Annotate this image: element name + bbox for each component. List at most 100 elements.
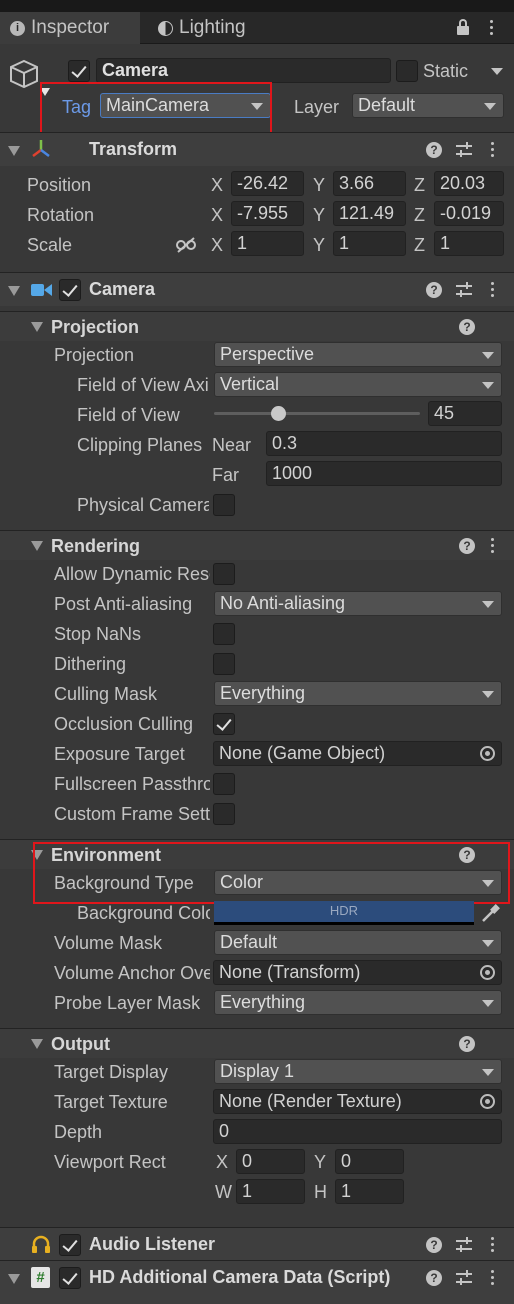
volume-anchor-picker-icon[interactable] xyxy=(480,965,495,980)
occlusion-culling-label: Occlusion Culling xyxy=(54,714,194,734)
rendering-section-header[interactable]: Rendering ? xyxy=(0,530,514,560)
transform-help-icon[interactable]: ? xyxy=(426,142,442,158)
tab-lighting[interactable]: Lighting xyxy=(148,12,288,44)
rotation-z-field[interactable]: -0.019 xyxy=(434,201,504,226)
gameobject-active-checkbox[interactable] xyxy=(68,60,90,82)
hd-camera-data-presets-icon[interactable] xyxy=(456,1270,472,1286)
static-checkbox[interactable] xyxy=(396,60,418,82)
transform-foldout-icon[interactable] xyxy=(8,146,20,156)
depth-label: Depth xyxy=(54,1122,103,1142)
output-section-header[interactable]: Output ? xyxy=(0,1028,514,1058)
culling-mask-dropdown[interactable]: Everything xyxy=(214,681,502,706)
hd-camera-data-foldout-icon[interactable] xyxy=(8,1274,20,1284)
custom-frame-settings-checkbox[interactable] xyxy=(213,803,235,825)
audio-listener-menu-icon[interactable] xyxy=(491,1237,495,1253)
viewport-w-label: W xyxy=(215,1182,232,1202)
background-color-label: Background Color xyxy=(77,903,210,923)
audio-listener-checkbox[interactable] xyxy=(59,1234,81,1256)
projection-help-icon[interactable]: ? xyxy=(459,319,475,335)
camera-help-icon[interactable]: ? xyxy=(426,282,442,298)
audio-listener-title: Audio Listener xyxy=(89,1234,216,1254)
audio-listener-help-icon[interactable]: ? xyxy=(426,1237,442,1253)
fov-value-field[interactable]: 45 xyxy=(428,401,502,426)
audio-listener-presets-icon[interactable] xyxy=(456,1237,472,1253)
output-help-icon[interactable]: ? xyxy=(459,1036,475,1052)
near-field[interactable]: 0.3 xyxy=(266,431,502,456)
rendering-help-icon[interactable]: ? xyxy=(459,538,475,554)
hd-camera-data-header[interactable]: # HD Additional Camera Data (Script) ? xyxy=(0,1260,514,1304)
transform-menu-icon[interactable] xyxy=(491,142,495,158)
camera-presets-icon[interactable] xyxy=(456,282,472,298)
scale-y-label: Y xyxy=(313,235,326,255)
hd-camera-data-title: HD Additional Camera Data (Script) xyxy=(89,1267,391,1287)
culling-mask-label: Culling Mask xyxy=(54,684,158,704)
layer-dropdown[interactable]: Default xyxy=(352,93,504,118)
position-x-field[interactable]: -26.42 xyxy=(231,171,304,196)
rotation-y-field[interactable]: 121.49 xyxy=(333,201,406,226)
constrain-proportions-icon[interactable] xyxy=(176,237,196,253)
output-foldout-icon[interactable] xyxy=(31,1039,43,1049)
fullscreen-passthrough-checkbox[interactable] xyxy=(213,773,235,795)
allow-dynamic-label: Allow Dynamic Resolution xyxy=(54,564,210,584)
projection-foldout-icon[interactable] xyxy=(31,322,43,332)
target-display-dropdown[interactable]: Display 1 xyxy=(214,1059,502,1084)
audio-listener-header[interactable]: Audio Listener ? xyxy=(0,1227,514,1261)
transform-presets-icon[interactable] xyxy=(456,142,472,158)
exposure-target-field[interactable]: None (Game Object) xyxy=(213,741,502,766)
probe-layer-mask-dropdown[interactable]: Everything xyxy=(214,990,502,1015)
fov-slider-thumb[interactable] xyxy=(270,406,286,421)
eyedropper-icon[interactable] xyxy=(479,901,501,925)
camera-enabled-checkbox[interactable] xyxy=(59,279,81,301)
viewport-x-field[interactable]: 0 xyxy=(236,1149,305,1174)
hd-camera-data-help-icon[interactable]: ? xyxy=(426,1270,442,1286)
viewport-w-field[interactable]: 1 xyxy=(236,1179,305,1204)
target-texture-value: None (Render Texture) xyxy=(219,1091,402,1111)
depth-field[interactable]: 0 xyxy=(213,1119,502,1144)
occlusion-culling-checkbox[interactable] xyxy=(213,713,235,735)
rendering-menu-icon[interactable] xyxy=(491,538,495,554)
lock-icon[interactable] xyxy=(457,19,469,35)
projection-dropdown[interactable]: Perspective xyxy=(214,342,502,367)
tab-inspector[interactable]: i Inspector xyxy=(0,12,140,44)
far-field[interactable]: 1000 xyxy=(266,461,502,486)
tab-menu-icon[interactable] xyxy=(490,20,494,36)
fov-slider-track[interactable] xyxy=(214,406,420,421)
projection-section-header[interactable]: Projection ? xyxy=(0,311,514,341)
volume-mask-dropdown[interactable]: Default xyxy=(214,930,502,955)
pos-x-label: X xyxy=(211,175,224,195)
hd-camera-data-menu-icon[interactable] xyxy=(491,1270,495,1286)
scale-z-field[interactable]: 1 xyxy=(434,231,504,256)
background-color-swatch[interactable]: HDR xyxy=(214,901,474,925)
post-aa-dropdown[interactable]: No Anti-aliasing xyxy=(214,591,502,616)
near-label: Near xyxy=(212,435,252,455)
rotation-x-field[interactable]: -7.955 xyxy=(231,201,304,226)
post-aa-value: No Anti-aliasing xyxy=(220,593,346,613)
scale-x-field[interactable]: 1 xyxy=(231,231,304,256)
viewport-y-field[interactable]: 0 xyxy=(335,1149,404,1174)
position-z-field[interactable]: 20.03 xyxy=(434,171,504,196)
physical-camera-checkbox[interactable] xyxy=(213,494,235,516)
gameobject-name-field[interactable]: Camera xyxy=(96,58,391,83)
position-y-field[interactable]: 3.66 xyxy=(333,171,406,196)
camera-menu-icon[interactable] xyxy=(491,282,495,298)
stop-nans-checkbox[interactable] xyxy=(213,623,235,645)
camera-header[interactable]: Camera ? xyxy=(0,272,514,306)
projection-title: Projection xyxy=(51,317,140,337)
static-dropdown-arrow[interactable] xyxy=(491,68,503,75)
probe-layer-mask-value: Everything xyxy=(220,992,306,1012)
rendering-foldout-icon[interactable] xyxy=(31,541,43,551)
camera-foldout-icon[interactable] xyxy=(8,286,20,296)
transform-header[interactable]: Transform ? xyxy=(0,132,514,166)
scale-y-field[interactable]: 1 xyxy=(333,231,406,256)
exposure-target-picker-icon[interactable] xyxy=(480,746,495,761)
target-texture-picker-icon[interactable] xyxy=(480,1094,495,1109)
hd-camera-data-checkbox[interactable] xyxy=(59,1267,81,1289)
dithering-checkbox[interactable] xyxy=(213,653,235,675)
fov-axis-dropdown[interactable]: Vertical xyxy=(214,372,502,397)
volume-anchor-field[interactable]: None (Transform) xyxy=(213,960,502,985)
viewport-h-field[interactable]: 1 xyxy=(335,1179,404,1204)
clipping-planes-label: Clipping Planes xyxy=(77,435,203,455)
fov-label: Field of View xyxy=(77,405,180,425)
allow-dynamic-checkbox[interactable] xyxy=(213,563,235,585)
target-texture-field[interactable]: None (Render Texture) xyxy=(213,1089,502,1114)
